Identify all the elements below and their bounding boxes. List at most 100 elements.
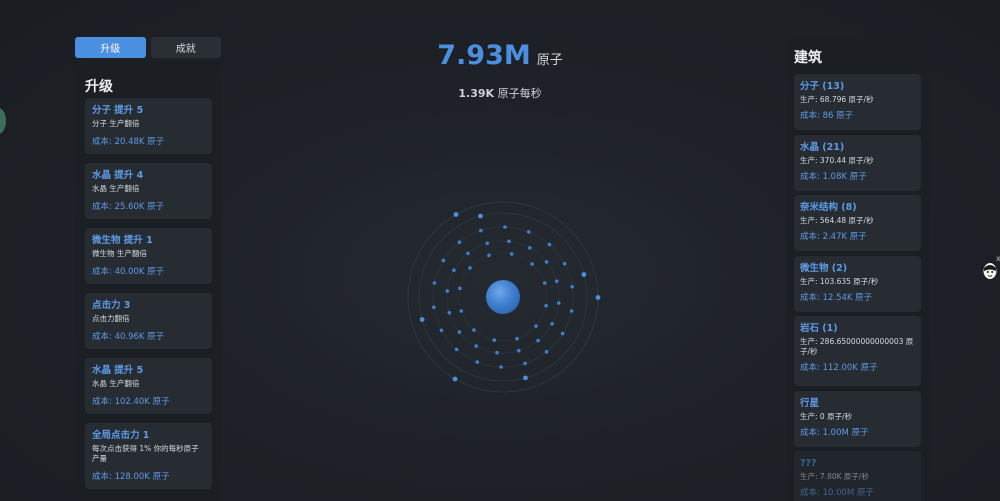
electron-dot	[515, 336, 519, 341]
electron-dot	[447, 311, 452, 315]
electron-dot	[562, 261, 567, 266]
upgrade-cost: 成本: 20.48K 原子	[92, 137, 165, 147]
rate-value: 1.39K	[458, 87, 495, 100]
buildings-title: 建筑	[794, 50, 822, 66]
upgrade-name: 水晶 提升 4	[92, 170, 144, 181]
electron-dot	[542, 281, 547, 285]
electron-dot	[445, 289, 450, 293]
building-production: 生产: 7.80K 原子/秒	[800, 472, 869, 481]
upgrade-card[interactable]: 全局点击力 1 每次点击获得 1% 你的每秒原子产量 成本: 128.00K 原…	[85, 423, 212, 489]
electron-dot	[554, 279, 559, 283]
upgrades-column: 升级 成就 升级 分子 提升 5 分子 生产翻倍 成本: 20.48K 原子 水…	[75, 37, 221, 501]
electron-dot	[544, 350, 549, 354]
atom-count-unit: 原子	[536, 53, 563, 68]
rate-unit: 原子每秒	[497, 87, 542, 100]
buildings-panel: 建筑 分子 (13) 生产: 68.796 原子/秒 成本: 86 原子 水晶 …	[787, 37, 930, 501]
building-card[interactable]: 行星 生产: 0 原子/秒 成本: 1.00M 原子	[794, 390, 921, 447]
building-name: ???	[800, 458, 817, 469]
electron-dot	[595, 295, 601, 300]
atom-click-target[interactable]	[403, 197, 603, 397]
electron-dot	[536, 338, 540, 343]
building-card[interactable]: 微生物 (2) 生产: 103.635 原子/秒 成本: 12.54K 原子	[794, 255, 921, 312]
electron-dot	[453, 212, 459, 217]
electron-dot	[441, 258, 446, 263]
mascot-icon[interactable]	[983, 262, 997, 280]
upgrade-name: 水晶 提升 5	[92, 365, 144, 376]
upgrade-card[interactable]: 微生物 提升 1 微生物 生产翻倍 成本: 40.00K 原子	[85, 228, 212, 284]
upgrade-list: 分子 提升 5 分子 生产翻倍 成本: 20.48K 原子 水晶 提升 4 水晶…	[75, 98, 221, 489]
upgrade-name: 微生物 提升 1	[92, 235, 153, 246]
electron-dot	[439, 328, 444, 333]
electron-dot	[452, 268, 456, 272]
electron-dot	[432, 281, 437, 285]
building-name: 行星	[800, 397, 820, 409]
building-card-locked[interactable]: ??? 生产: 7.80K 原子/秒 成本: 10.00M 原子	[794, 451, 921, 501]
building-card[interactable]: 分子 (13) 生产: 68.796 原子/秒 成本: 86 原子	[794, 74, 921, 130]
electron-dot	[526, 230, 531, 234]
building-production: 生产: 564.48 原子/秒	[800, 216, 874, 225]
building-name: 微生物 (2)	[800, 262, 848, 274]
electron-dot	[523, 361, 527, 366]
electron-dot	[459, 309, 464, 313]
electron-dot	[569, 309, 574, 313]
electron-dot	[534, 324, 538, 328]
building-production: 生产: 0 原子/秒	[800, 411, 853, 421]
upgrade-name: 全局点击力 1	[92, 430, 150, 441]
upgrade-cost: 成本: 40.96K 原子	[92, 332, 165, 342]
electron-dot	[581, 272, 587, 277]
upgrade-cost: 成本: 102.40K 原子	[92, 397, 170, 407]
upgrade-cost: 成本: 128.00K 原子	[92, 472, 170, 482]
electron-dot	[544, 303, 548, 308]
electron-dot	[523, 375, 528, 381]
electron-dot	[547, 242, 552, 247]
electron-dot	[466, 251, 470, 256]
building-card[interactable]: 水晶 (21) 生产: 370.44 原子/秒 成本: 1.08K 原子	[794, 134, 921, 191]
upgrade-name: 点击力 3	[92, 300, 131, 311]
atom-count-value: 7.93M	[437, 40, 531, 71]
building-name: 水晶 (21)	[800, 141, 845, 153]
building-cost: 成本: 86 原子	[800, 111, 854, 121]
electron-dot	[452, 376, 458, 382]
upgrade-card[interactable]: 点击力 3 点击力翻倍 成本: 40.96K 原子	[85, 293, 212, 349]
building-cost: 成本: 1.08K 原子	[800, 171, 867, 182]
upgrade-card[interactable]: 水晶 提升 4 水晶 生产翻倍 成本: 25.60K 原子	[85, 163, 212, 219]
electron-dot	[458, 286, 462, 291]
electron-dot	[507, 239, 511, 244]
close-icon[interactable]: x	[996, 254, 1000, 263]
building-name: 岩石 (1)	[800, 323, 838, 334]
electron-dot	[517, 348, 521, 353]
building-production: 生产: 68.796 原子/秒	[800, 95, 874, 104]
electron-dot	[478, 213, 483, 219]
upgrade-card[interactable]: 分子 提升 5 分子 生产翻倍 成本: 20.48K 原子	[85, 98, 212, 154]
upgrade-card[interactable]: 水晶 提升 5 水晶 生产翻倍 成本: 102.40K 原子	[85, 358, 212, 414]
electron-dot	[495, 350, 499, 355]
electron-dot	[475, 360, 480, 364]
electron-dot	[419, 317, 425, 322]
atom-nucleus-icon[interactable]	[486, 280, 520, 314]
building-cost: 成本: 12.54K 原子	[800, 292, 873, 303]
building-name: 奈米结构 (8)	[800, 202, 857, 213]
building-production: 生产: 286.65000000000003 原子/秒	[800, 337, 914, 356]
electron-dot	[528, 246, 532, 250]
upgrades-panel: 升级 分子 提升 5 分子 生产翻倍 成本: 20.48K 原子 水晶 提升 4…	[75, 63, 221, 501]
electron-dot	[432, 305, 436, 310]
building-production: 生产: 370.44 原子/秒	[800, 155, 874, 165]
building-cost: 成本: 10.00M 原子	[800, 488, 874, 498]
building-card[interactable]: 岩石 (1) 生产: 286.65000000000003 原子/秒 成本: 1…	[794, 316, 921, 386]
upgrade-name: 分子 提升 5	[92, 105, 144, 116]
electron-dot	[550, 322, 554, 326]
building-card[interactable]: 奈米结构 (8) 生产: 564.48 原子/秒 成本: 2.47K 原子	[794, 195, 921, 251]
electron-dot	[468, 266, 472, 270]
electron-dot	[560, 331, 565, 336]
electron-dot	[474, 344, 478, 348]
electron-dot	[530, 262, 534, 266]
electron-dot	[499, 365, 503, 369]
electron-dot	[472, 328, 476, 332]
building-cost: 成本: 2.47K 原子	[800, 232, 867, 242]
electron-dot	[485, 241, 489, 246]
building-name: 分子 (13)	[800, 81, 845, 92]
building-cost: 成本: 1.00M 原子	[800, 427, 869, 438]
electron-dot	[492, 338, 497, 342]
electron-dot	[544, 260, 549, 264]
electron-dot	[509, 252, 514, 256]
